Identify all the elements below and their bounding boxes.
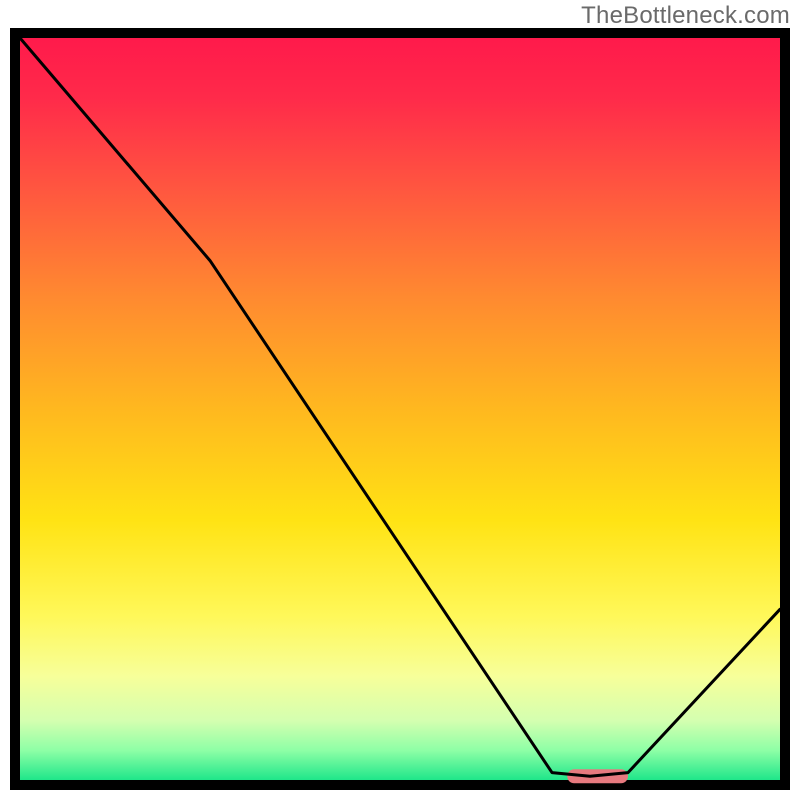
bottleneck-chart: [10, 28, 790, 790]
watermark-label: TheBottleneck.com: [581, 2, 790, 30]
plot-area: [10, 28, 790, 790]
gradient-background: [20, 38, 780, 780]
chart-frame: TheBottleneck.com: [0, 0, 800, 800]
